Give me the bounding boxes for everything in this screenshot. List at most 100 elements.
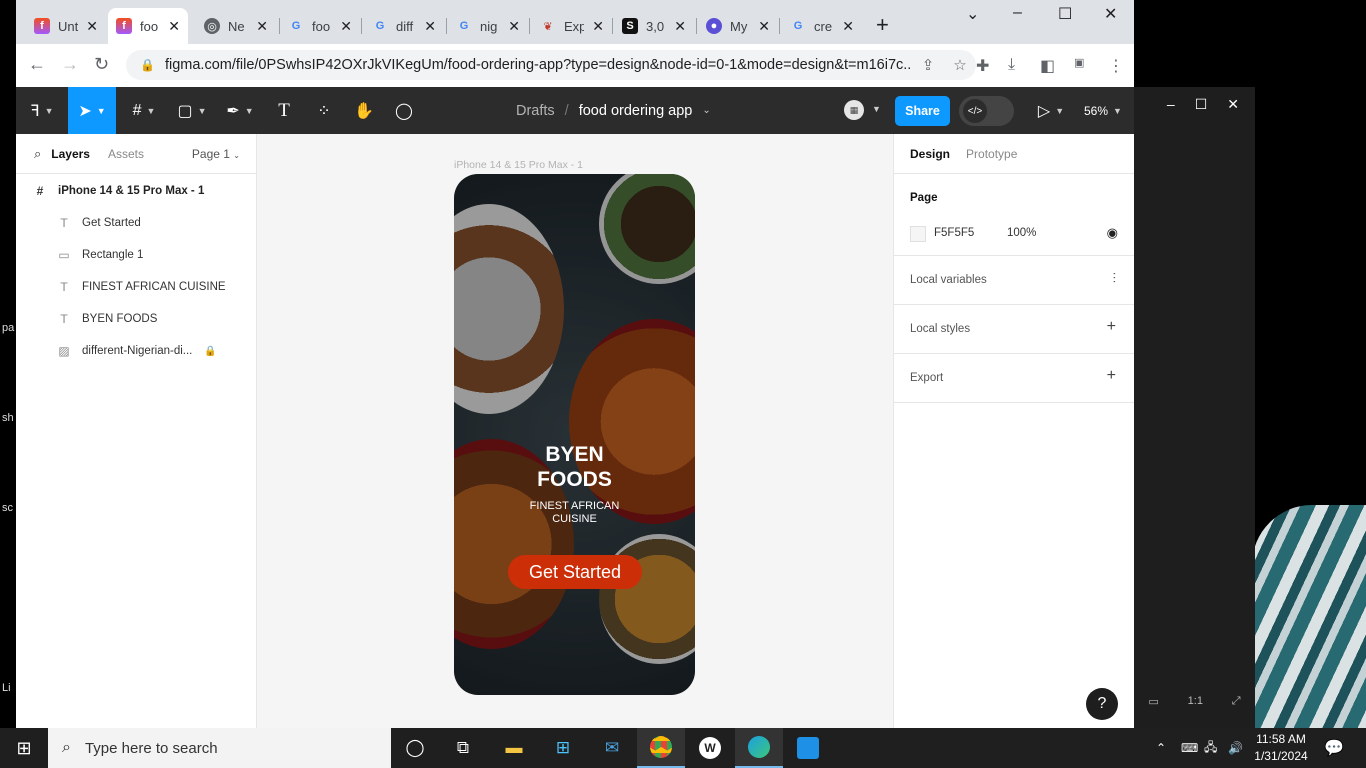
file-explorer-icon[interactable]: ▬ [490,728,538,768]
plus-icon[interactable]: + [1107,367,1116,385]
maximize-icon[interactable]: ☐ [1195,96,1208,113]
eye-icon[interactable]: ◉ [1107,225,1118,241]
browser-tab[interactable]: G cre ✕ [782,8,862,44]
taskbar-search-box[interactable]: ⌕ Type here to search [48,728,391,768]
new-tab-plus-icon[interactable]: + [876,12,889,38]
actual-size-icon[interactable]: 1:1 [1188,695,1203,707]
file-name[interactable]: food ordering app [579,103,693,119]
close-tab-icon[interactable]: ✕ [424,18,436,35]
tab-layers[interactable]: Layers [51,147,90,161]
resources-button[interactable]: ⁘ [308,87,340,134]
breadcrumb-drafts[interactable]: Drafts [516,103,555,119]
close-tab-icon[interactable]: ✕ [758,18,770,35]
tab-search-chevron-icon[interactable]: ⌄ [966,4,979,24]
close-tab-icon[interactable]: ✕ [508,18,520,35]
reload-icon[interactable]: ↻ [94,54,109,75]
page-selector[interactable]: Page 1 ⌄ [192,147,240,161]
close-tab-icon[interactable]: ✕ [86,18,98,35]
phone-frame[interactable]: BYEN FOODS FINEST AFRICAN CUISINE Get St… [454,174,695,695]
text-tool-button[interactable]: T [268,87,300,134]
browser-tab[interactable]: G foo ✕ [280,8,360,44]
photos-app-icon[interactable] [784,728,832,768]
close-window-icon[interactable]: ✕ [1104,4,1117,24]
notifications-icon[interactable]: 💬 [1324,728,1344,768]
close-tab-icon[interactable]: ✕ [842,18,854,35]
user-avatar[interactable]: ▦ [844,100,864,120]
export-section[interactable]: Export + [894,354,1134,403]
windows-start-icon[interactable]: ⊞ [0,728,48,768]
frame-label[interactable]: iPhone 14 & 15 Pro Max - 1 [454,159,583,171]
main-menu-button[interactable]: ꟻ ▼ [22,87,62,134]
mail-icon[interactable]: ✉ [588,728,636,768]
browser-tab[interactable]: S 3,0 ✕ [614,8,694,44]
browser-tab[interactable]: ❦ Exp ✕ [532,8,612,44]
hand-tool-button[interactable]: ✋ [348,87,380,134]
close-icon[interactable]: ✕ [1227,96,1239,113]
chrome-app-icon[interactable] [637,728,685,768]
close-tab-icon[interactable]: ✕ [340,18,352,35]
browser-tab[interactable]: ◎ Ne ✕ [196,8,276,44]
side-panel-icon[interactable]: ◧ [1040,56,1055,76]
app-title[interactable]: BYEN FOODS [454,442,695,492]
wps-app-icon[interactable]: W [686,728,734,768]
address-bar[interactable]: 🔒 figma.com/file/0PSwhsIP42OXrJkVIKegUm/… [126,50,976,80]
background-app-window[interactable] [1134,87,1255,728]
close-tab-icon[interactable]: ✕ [592,18,604,35]
present-button[interactable]: ▷ ▼ [1034,87,1068,134]
edge-app-icon[interactable] [735,728,783,768]
tab-design[interactable]: Design [910,147,950,161]
sliders-icon[interactable]: ⫶ [1113,270,1117,287]
layer-row-frame[interactable]: # iPhone 14 & 15 Pro Max - 1 [16,175,256,207]
move-tool-button[interactable]: ➤ ▼ [68,87,116,134]
layer-row[interactable]: T FINEST AFRICAN CUISINE [16,271,256,303]
app-subtitle[interactable]: FINEST AFRICAN CUISINE [514,500,635,526]
task-view-icon[interactable]: ⧉ [439,728,487,768]
help-question-icon[interactable]: ? [1086,688,1118,720]
cortana-icon[interactable]: ◯ [391,728,439,768]
show-hidden-icons-chevron-icon[interactable]: ⌃ [1156,728,1166,768]
page-opacity[interactable]: 100% [1007,227,1036,239]
page-color-hex[interactable]: F5F5F5 [934,227,974,239]
browser-tab-active[interactable]: f foo ✕ [108,8,188,44]
taskbar-clock[interactable]: 11:58 AM 1/31/2024 [1250,731,1312,765]
browser-tab[interactable]: G nig ✕ [448,8,528,44]
url-text[interactable]: figma.com/file/0PSwhsIP42OXrJkVIKegUm/fo… [165,57,912,73]
minimize-icon[interactable]: – [1013,4,1022,22]
zoom-menu[interactable]: 56% ▼ [1084,87,1122,134]
page-color-swatch[interactable] [910,226,926,242]
comment-tool-button[interactable]: ◯ [388,87,420,134]
plus-icon[interactable]: + [1107,318,1116,336]
close-tab-icon[interactable]: ✕ [168,18,180,35]
frame-tool-button[interactable]: # ▼ [124,87,164,134]
forward-arrow-icon[interactable]: → [61,54,79,75]
tab-assets[interactable]: Assets [108,147,144,161]
fit-screen-icon[interactable]: ▭ [1148,695,1158,708]
browser-tab[interactable]: f Unt ✕ [26,8,106,44]
minimize-icon[interactable]: – [1167,96,1175,112]
dev-mode-toggle[interactable]: </> [959,96,1014,126]
expand-icon[interactable]: ⤢ [1232,695,1241,708]
extensions-puzzle-icon[interactable]: ✚ [976,56,989,76]
volume-icon[interactable]: 🔊 [1228,728,1243,768]
layer-row[interactable]: ▨ different-Nigerian-di... 🔒 [16,335,256,367]
network-icon[interactable]: 🖧 [1204,728,1217,768]
browser-tab[interactable]: ● My ✕ [698,8,778,44]
microsoft-store-icon[interactable]: ⊞ [539,728,587,768]
get-started-button[interactable]: Get Started [508,555,642,589]
chevron-down-icon[interactable]: ▼ [872,104,881,114]
browser-tab[interactable]: G diff ✕ [364,8,444,44]
chevron-down-icon[interactable]: ⌄ [702,105,710,116]
share-page-icon[interactable]: ⇪ [912,56,944,74]
layer-row[interactable]: ▭ Rectangle 1 [16,239,256,271]
search-icon[interactable]: ⌕ [34,146,41,162]
profile-icon[interactable]: ▣ [1074,56,1084,69]
share-button[interactable]: Share [895,96,950,126]
layer-row[interactable]: T Get Started [16,207,256,239]
pen-tool-button[interactable]: ✒ ▼ [220,87,260,134]
local-variables-section[interactable]: Local variables ⫶ [894,256,1134,305]
bookmark-star-icon[interactable]: ☆ [944,56,976,74]
back-arrow-icon[interactable]: ← [28,54,46,75]
input-method-icon[interactable]: ⌨ [1181,728,1198,768]
local-styles-section[interactable]: Local styles + [894,305,1134,354]
close-tab-icon[interactable]: ✕ [256,18,268,35]
